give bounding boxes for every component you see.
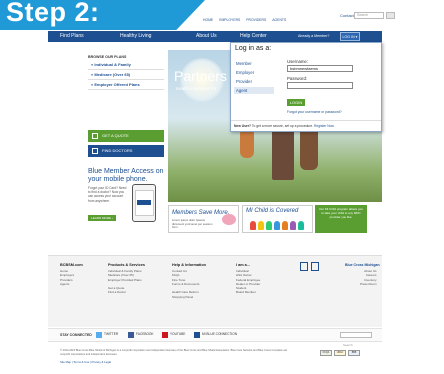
mobile-access-title: Blue Member Access on your mobile phone.: [88, 168, 164, 183]
piggy-bank-icon: [222, 214, 236, 225]
hero-figure-child: [240, 128, 254, 158]
nav-healthy-living[interactable]: Healthy Living: [120, 31, 151, 42]
footer-search-input[interactable]: Search: [340, 332, 372, 347]
legal-links[interactable]: Site Map | Terms & Use | Privacy & Legal: [60, 360, 111, 364]
kid-icon: [282, 221, 288, 230]
footer-right-links: About Us Careers Inventory Press Room: [360, 269, 377, 286]
step-label: Step 2:: [6, 0, 100, 27]
already-member-label: Already a Member?: [298, 34, 330, 38]
nav-find-plans[interactable]: Find Plans: [60, 31, 84, 42]
bbb-badge: BBB: [348, 350, 360, 356]
social-youtube[interactable]: YOUTUBE: [170, 332, 185, 336]
footer-link[interactable]: Board Member: [236, 290, 260, 294]
promo-green-body: Our MI Child program allows you to take …: [319, 207, 363, 219]
nav-about-us[interactable]: About Us: [196, 31, 217, 42]
footer-link[interactable]: Press Room: [360, 282, 377, 286]
forgot-credentials-link[interactable]: Forgot your username or password?: [287, 110, 342, 114]
kid-icon: [274, 221, 280, 230]
nav-help-center[interactable]: Help Center: [240, 31, 267, 42]
stay-connected-label: STAY CONNECTED: [60, 333, 92, 337]
footer-search-placeholder: Search: [343, 343, 353, 347]
password-input[interactable]: [287, 82, 353, 89]
social-twitter[interactable]: TWITTER: [104, 332, 118, 336]
promo-save-title: Members Save More.: [172, 210, 230, 216]
footer-col3-title: Help & Information: [172, 263, 206, 267]
find-doctors-button[interactable]: FIND DOCTORS: [88, 145, 164, 157]
twitter-icon[interactable]: [96, 332, 102, 338]
bcbs-cross-logo-icon: [300, 262, 308, 271]
footer-link[interactable]: Shopping Panel: [172, 295, 199, 299]
plan-link-employer[interactable]: » Employer Offered Plans: [88, 80, 164, 90]
username-label: Username:: [287, 59, 309, 64]
kid-icon: [290, 221, 296, 230]
hero-subheadline: Health insurance for: [176, 86, 217, 91]
mobile-access-body: Forgot your ID Card? Need to find a doct…: [88, 186, 127, 203]
get-quote-button[interactable]: GET A QUOTE: [88, 130, 164, 142]
ncqa-badge: NCQA: [320, 350, 332, 356]
kid-icon: [266, 221, 272, 230]
footer-col1-links: Home Employers Providers Agents: [60, 269, 74, 286]
footer-link[interactable]: Forms & Documents: [172, 282, 199, 286]
footer-col2-links: Individual & Family Plans Medicare (Over…: [108, 269, 142, 295]
password-label: Password:: [287, 76, 308, 81]
youtube-icon[interactable]: [162, 332, 168, 338]
hero-headline: Partners: [174, 68, 227, 84]
footer-link[interactable]: Find a Doctor: [108, 290, 142, 294]
kid-icon: [298, 221, 304, 230]
footer-link[interactable]: Employer Provided Plans: [108, 278, 142, 282]
footer-link[interactable]: Agents: [60, 282, 74, 286]
plan-link-individual[interactable]: » Individual & Family: [88, 60, 164, 70]
footer-right-title: Blue Cross Michigan: [345, 263, 380, 267]
login-tab[interactable]: LOG IN ▾: [340, 32, 360, 41]
utility-nav-providers[interactable]: Providers: [246, 18, 266, 22]
footer: [48, 255, 382, 327]
bcbs-shield-logo-icon: [311, 262, 319, 271]
search-button[interactable]: [386, 12, 395, 19]
login-button[interactable]: LOGIN: [287, 99, 305, 106]
plan-link-medicare[interactable]: » Medicare (Over 65): [88, 70, 164, 80]
legal-text: © 2014-2015 Blue Cross Blue Shield of Mi…: [60, 349, 288, 356]
utility-nav: Home Employers Providers Agents: [203, 15, 286, 25]
username-input[interactable]: bsbmnewfaems: [287, 65, 353, 72]
role-member[interactable]: Member: [234, 60, 274, 67]
utility-nav-agents[interactable]: Agents: [272, 18, 286, 22]
browse-plans-title: BROWSE OUR PLANS: [88, 55, 127, 59]
doctor-icon: [92, 148, 98, 154]
role-provider[interactable]: Provider: [234, 78, 274, 85]
utility-nav-employers[interactable]: Employers: [219, 18, 240, 22]
promo-child-title: MI Child is Covered: [246, 208, 299, 214]
register-now-link[interactable]: Register Now: [314, 124, 334, 128]
role-employer[interactable]: Employer: [234, 69, 274, 76]
social-mi-blue[interactable]: MI BLUE CONNECTION: [202, 332, 237, 336]
utility-nav-home[interactable]: Home: [203, 18, 213, 22]
kid-icon: [258, 221, 264, 230]
learn-more-button[interactable]: LEARN MORE ›: [88, 215, 116, 221]
footer-col4-links: Individual HSA Owner Federal Employee De…: [236, 269, 260, 295]
facebook-icon[interactable]: [128, 332, 134, 338]
footer-link[interactable]: Employers: [60, 273, 74, 277]
footer-col1-title: BCBSM.com: [60, 263, 83, 267]
role-agent[interactable]: Agent: [234, 87, 274, 94]
footer-col2-title: Products & Services: [108, 263, 145, 267]
mi-blue-icon[interactable]: [194, 332, 200, 338]
new-user-text: New User? To get a more secure, set up a…: [234, 124, 334, 128]
footer-col3-links: Contact Us FAQs Fine Tune Forms & Docume…: [172, 269, 199, 299]
search-input[interactable]: Search: [354, 12, 384, 19]
promo-save-body: Lorem ipsum dolor Ipsetus dictument yord…: [172, 218, 213, 229]
kid-icon: [250, 221, 256, 230]
login-divider: [231, 120, 381, 121]
social-facebook[interactable]: FACEBOOK: [136, 332, 154, 336]
urac-badge: URAC: [334, 350, 346, 356]
login-heading: Log in as a:: [235, 45, 272, 52]
checkmark-icon: [92, 133, 98, 139]
app-logo-icon: [137, 200, 151, 205]
footer-col4-title: I am a...: [236, 263, 250, 267]
